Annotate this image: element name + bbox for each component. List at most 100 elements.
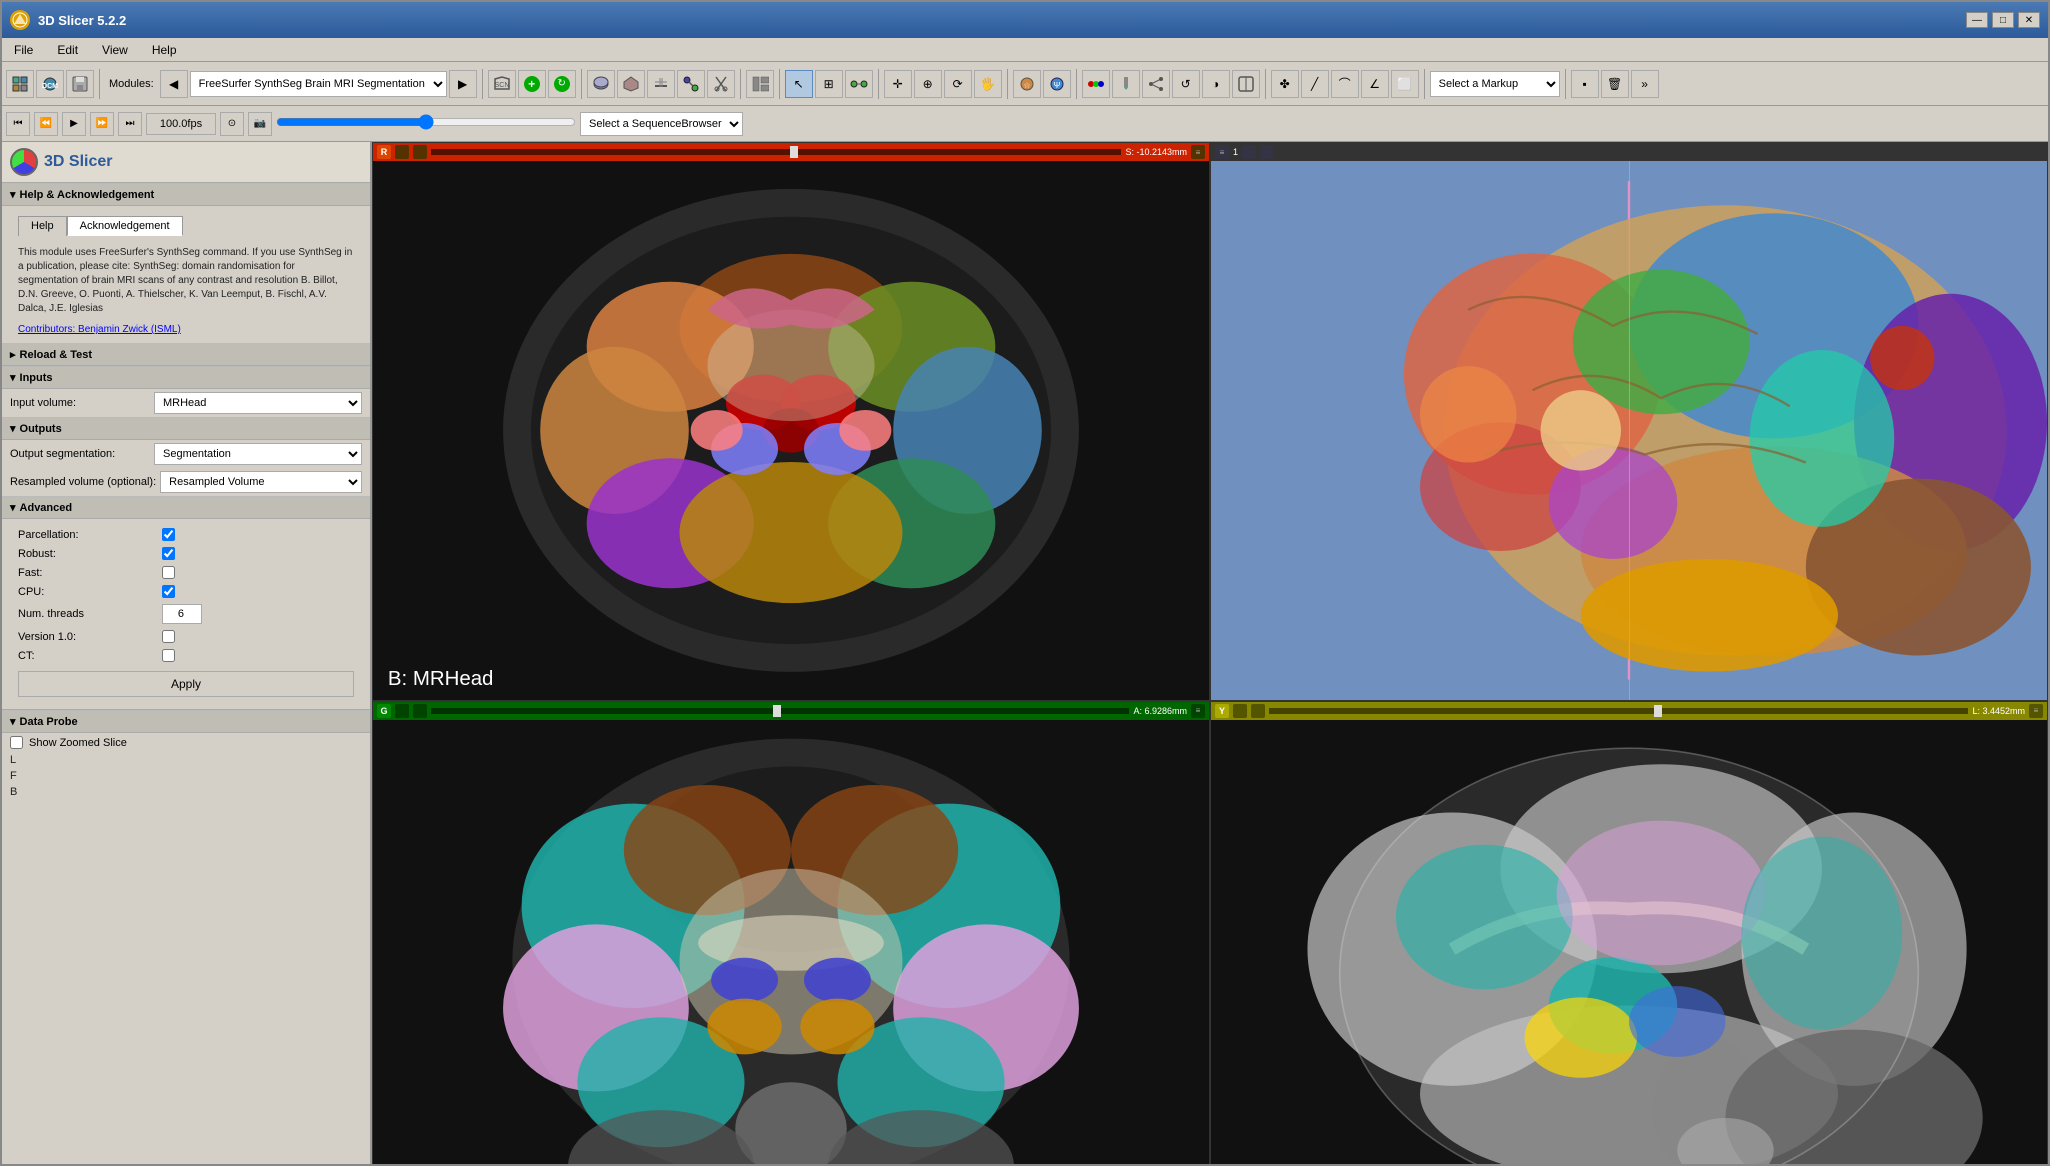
output-seg-dropdown[interactable]: Segmentation: [154, 443, 362, 465]
window-level-button[interactable]: ⊞: [815, 70, 843, 98]
axial-settings-btn[interactable]: ≡: [1191, 145, 1205, 159]
parcellation-checkbox[interactable]: [162, 528, 175, 541]
markup-point-btn[interactable]: ✤: [1271, 70, 1299, 98]
menu-view[interactable]: View: [94, 41, 136, 59]
menu-help[interactable]: Help: [144, 41, 185, 59]
share-button[interactable]: [1142, 70, 1170, 98]
threed-settings-btn[interactable]: ≡: [1215, 145, 1229, 159]
more-button[interactable]: »: [1631, 70, 1659, 98]
rotate-button[interactable]: ⟳: [944, 70, 972, 98]
ct-row: CT:: [10, 646, 362, 665]
sequence-browser-dropdown[interactable]: Select a SequenceBrowser: [580, 112, 743, 136]
slicer-logo: [10, 148, 38, 176]
axial-eye-btn[interactable]: [395, 145, 409, 159]
markup-dropdown[interactable]: Select a Markup: [1430, 71, 1560, 97]
seq-slider[interactable]: [276, 114, 576, 130]
coronal-settings-btn[interactable]: ≡: [1191, 704, 1205, 718]
data-probe-header[interactable]: ▾ Data Probe: [2, 710, 370, 733]
outputs-header[interactable]: ▾ Outputs: [2, 417, 370, 440]
transform-button[interactable]: [677, 70, 705, 98]
markup-roi-btn[interactable]: ⬜: [1391, 70, 1419, 98]
markup-angle-btn[interactable]: ∠: [1361, 70, 1389, 98]
layout-button[interactable]: [746, 70, 774, 98]
add-data-button[interactable]: +: [518, 70, 546, 98]
show-zoomed-label: Show Zoomed Slice: [29, 737, 127, 749]
markup-curve-btn[interactable]: ⌒: [1331, 70, 1359, 98]
module-back-button[interactable]: ◀: [160, 70, 188, 98]
coronal-slider-thumb[interactable]: [773, 705, 781, 717]
seq-record-btn[interactable]: ⊙: [220, 112, 244, 136]
cpu-checkbox[interactable]: [162, 585, 175, 598]
robust-checkbox[interactable]: [162, 547, 175, 560]
apply-button[interactable]: Apply: [18, 671, 354, 697]
seq-prev-btn[interactable]: ⏪: [34, 112, 58, 136]
axial-pin-btn[interactable]: R: [377, 145, 391, 159]
annotate-button[interactable]: [647, 70, 675, 98]
menu-file[interactable]: File: [6, 41, 41, 59]
dark-mode-btn[interactable]: ◑: [1202, 70, 1230, 98]
seq-screenshot-btn[interactable]: 📷: [248, 112, 272, 136]
axial-chain-btn[interactable]: [413, 145, 427, 159]
close-button[interactable]: ✕: [2018, 12, 2040, 28]
coronal-eye-btn[interactable]: [395, 704, 409, 718]
ct-checkbox[interactable]: [162, 649, 175, 662]
maximize-button[interactable]: □: [1992, 12, 2014, 28]
markup-line-btn[interactable]: ╱: [1301, 70, 1329, 98]
fast-checkbox[interactable]: [162, 566, 175, 579]
help-tab[interactable]: Help: [18, 216, 67, 236]
pan-button[interactable]: 🖐: [974, 70, 1002, 98]
acknowledgement-tab[interactable]: Acknowledgement: [67, 216, 183, 236]
refresh-button[interactable]: ↻: [548, 70, 576, 98]
sagittal-settings-btn[interactable]: ≡: [2029, 704, 2043, 718]
ext-tools-button1[interactable]: ☆: [1013, 70, 1041, 98]
measure-button[interactable]: [845, 70, 873, 98]
seq-next-btn[interactable]: ⏭: [118, 112, 142, 136]
load-scene-button[interactable]: SCN: [488, 70, 516, 98]
coronal-chain-btn[interactable]: [413, 704, 427, 718]
seq-play-loop-btn[interactable]: ⏩: [90, 112, 114, 136]
menu-edit[interactable]: Edit: [49, 41, 86, 59]
advanced-header[interactable]: ▾ Advanced: [2, 496, 370, 519]
data-button[interactable]: [6, 70, 34, 98]
pointer-button[interactable]: ↖: [785, 70, 813, 98]
contributors-link[interactable]: Contributors: Benjamin Zwick (ISML): [10, 322, 362, 337]
input-volume-dropdown[interactable]: MRHead: [154, 392, 362, 414]
ext-tools-button2[interactable]: Ψ: [1043, 70, 1071, 98]
threed-link-btn[interactable]: [1260, 145, 1274, 159]
sagittal-slider-thumb[interactable]: [1654, 705, 1662, 717]
threed-eye-btn[interactable]: [1242, 145, 1256, 159]
reload-btn[interactable]: ↺: [1172, 70, 1200, 98]
axial-slice-value: S: -10.2143mm: [1125, 147, 1187, 157]
sagittal-chain-btn[interactable]: [1251, 704, 1265, 718]
seg-brush-button[interactable]: [1112, 70, 1140, 98]
num-threads-input[interactable]: [162, 604, 202, 624]
dcm-button[interactable]: DCM: [36, 70, 64, 98]
coord-f: F: [2, 768, 370, 784]
model-button[interactable]: [617, 70, 645, 98]
version-checkbox[interactable]: [162, 630, 175, 643]
inputs-header[interactable]: ▾ Inputs: [2, 366, 370, 389]
vol-button[interactable]: [587, 70, 615, 98]
fps-input[interactable]: [146, 113, 216, 135]
minimize-button[interactable]: —: [1966, 12, 1988, 28]
scissors-button[interactable]: [707, 70, 735, 98]
seg-red-button[interactable]: [1082, 70, 1110, 98]
resampled-vol-dropdown[interactable]: Resampled Volume: [160, 471, 362, 493]
module-fwd-button[interactable]: ▶: [449, 70, 477, 98]
seq-first-btn[interactable]: ⏮: [6, 112, 30, 136]
help-ack-header[interactable]: ▾ Help & Acknowledgement: [2, 183, 370, 206]
crosshair-button[interactable]: ✛: [884, 70, 912, 98]
save-button[interactable]: [66, 70, 94, 98]
show-zoomed-checkbox[interactable]: [10, 736, 23, 749]
reload-header[interactable]: ▸ Reload & Test: [2, 343, 370, 366]
axial-slider-thumb[interactable]: [790, 146, 798, 158]
sagittal-pin-btn[interactable]: Y: [1215, 704, 1229, 718]
seg-tool2-btn[interactable]: [1232, 70, 1260, 98]
coronal-pin-btn[interactable]: G: [377, 704, 391, 718]
zoom-button[interactable]: ⊕: [914, 70, 942, 98]
markup-action2-btn[interactable]: 🗑: [1601, 70, 1629, 98]
module-dropdown[interactable]: FreeSurfer SynthSeg Brain MRI Segmentati…: [190, 71, 447, 97]
markup-action1-btn[interactable]: ▪: [1571, 70, 1599, 98]
sagittal-eye-btn[interactable]: [1233, 704, 1247, 718]
seq-play-btn[interactable]: ▶: [62, 112, 86, 136]
